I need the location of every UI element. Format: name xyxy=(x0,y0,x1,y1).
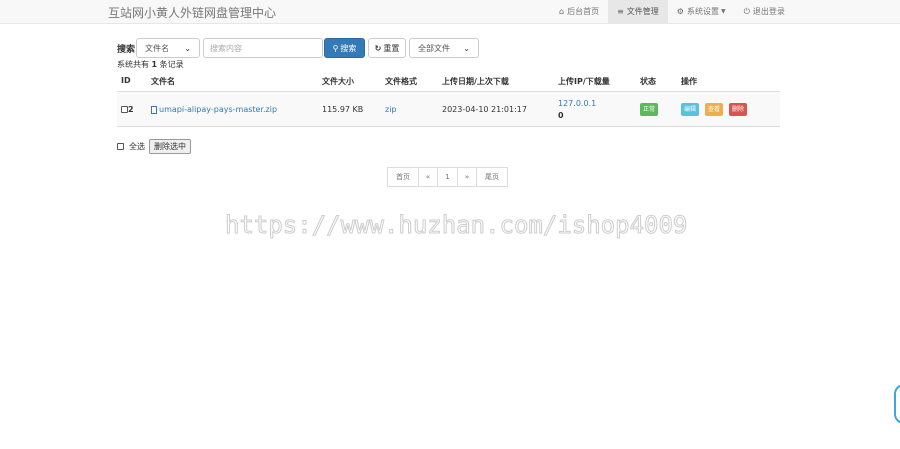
chevron-down-icon: ⌄ xyxy=(184,43,191,53)
delete-selected-button[interactable]: 删除选中 xyxy=(149,139,191,154)
page-next[interactable]: » xyxy=(457,167,477,187)
file-filter-value: 全部文件 xyxy=(418,43,450,53)
row-format[interactable]: zip xyxy=(385,105,397,114)
reset-button-label: 重置 xyxy=(383,43,400,53)
home-icon: ⌂ xyxy=(559,7,565,16)
side-float-tab[interactable] xyxy=(894,384,900,424)
row-id-cell: 2 xyxy=(121,105,134,114)
search-label: 搜索 xyxy=(117,45,136,55)
reset-button[interactable]: ↻ 重置 xyxy=(368,38,406,58)
nav-item-label: 退出登录 xyxy=(752,7,785,16)
power-icon: ⏻ xyxy=(743,6,750,16)
table-row-divider xyxy=(117,126,780,127)
page-first[interactable]: 首页 xyxy=(387,167,419,187)
nav-menu: ⌂ 后台首页 ≡ 文件管理 ⚙ 系统设置 ▼ ⏻ 退出登录 xyxy=(548,0,794,23)
record-count-suffix: 条记录 xyxy=(157,60,184,69)
row-download-count: 0 xyxy=(558,111,564,120)
row-filename-link[interactable]: umapi-alipay-pays-master.zip xyxy=(159,105,277,114)
top-navbar: 互站网小黄人外链网盘管理中心 ⌂ 后台首页 ≡ 文件管理 ⚙ 系统设置 ▼ ⏻ … xyxy=(0,0,900,24)
col-header-size: 文件大小 xyxy=(322,77,354,86)
gear-icon: ⚙ xyxy=(676,7,684,16)
delete-button[interactable]: 删除 xyxy=(729,103,748,116)
chevron-down-icon: ⌄ xyxy=(463,43,470,53)
search-icon: ⚲ xyxy=(332,43,339,53)
row-id: 2 xyxy=(128,105,134,114)
nav-item-label: 系统设置 xyxy=(686,7,719,16)
search-input[interactable] xyxy=(203,38,323,58)
nav-item-label: 后台首页 xyxy=(567,7,600,16)
nav-item-label: 文件管理 xyxy=(626,7,659,16)
select-all-label: 全选 xyxy=(129,142,145,151)
record-count: 系统共有 1 条记录 xyxy=(117,59,184,70)
pagination: 首页 « 1 » 尾页 xyxy=(387,167,508,187)
nav-item-home[interactable]: ⌂ 后台首页 xyxy=(548,0,608,23)
col-header-date: 上传日期/上次下载 xyxy=(442,77,509,86)
status-badge: 正常 xyxy=(640,103,659,116)
view-button[interactable]: 查看 xyxy=(705,103,724,116)
row-upload-ip[interactable]: 127.0.0.1 xyxy=(558,99,596,108)
col-header-format: 文件格式 xyxy=(385,77,417,86)
brand-title[interactable]: 互站网小黄人外链网盘管理中心 xyxy=(108,4,276,21)
list-icon: ≡ xyxy=(617,7,624,16)
watermark-text: https://www.huzhan.com/ishop4009 xyxy=(224,211,688,240)
row-checkbox[interactable] xyxy=(121,106,128,113)
search-button[interactable]: ⚲ 搜索 xyxy=(324,38,365,58)
edit-button[interactable]: 编辑 xyxy=(681,103,700,116)
col-header-filename: 文件名 xyxy=(151,77,175,86)
nav-item-file-management[interactable]: ≡ 文件管理 xyxy=(608,0,668,23)
row-size: 115.97 KB xyxy=(322,105,364,114)
col-header-actions: 操作 xyxy=(681,77,697,86)
search-field-value: 文件名 xyxy=(145,43,169,53)
select-all-checkbox[interactable] xyxy=(117,143,124,150)
search-field-select[interactable]: 文件名 ⌄ xyxy=(136,38,200,58)
page-last[interactable]: 尾页 xyxy=(476,167,508,187)
page-number[interactable]: 1 xyxy=(437,167,458,187)
refresh-icon: ↻ xyxy=(374,43,382,53)
file-icon xyxy=(151,105,157,114)
col-header-ip: 上传IP/下载量 xyxy=(558,77,610,86)
row-filename-cell[interactable]: umapi-alipay-pays-master.zip xyxy=(151,105,277,114)
page-prev[interactable]: « xyxy=(418,167,438,187)
file-filter-select[interactable]: 全部文件 ⌄ xyxy=(409,38,479,58)
col-header-status: 状态 xyxy=(640,77,656,86)
caret-down-icon: ▼ xyxy=(720,8,726,15)
nav-item-system-settings[interactable]: ⚙ 系统设置 ▼ xyxy=(668,0,735,23)
search-button-label: 搜索 xyxy=(340,43,357,53)
select-all[interactable]: 全选 xyxy=(117,141,145,152)
col-header-id: ID xyxy=(121,76,131,85)
nav-item-logout[interactable]: ⏻ 退出登录 xyxy=(735,0,794,23)
record-count-prefix: 系统共有 xyxy=(117,60,152,69)
row-upload-date: 2023-04-10 21:01:17 xyxy=(442,105,527,114)
